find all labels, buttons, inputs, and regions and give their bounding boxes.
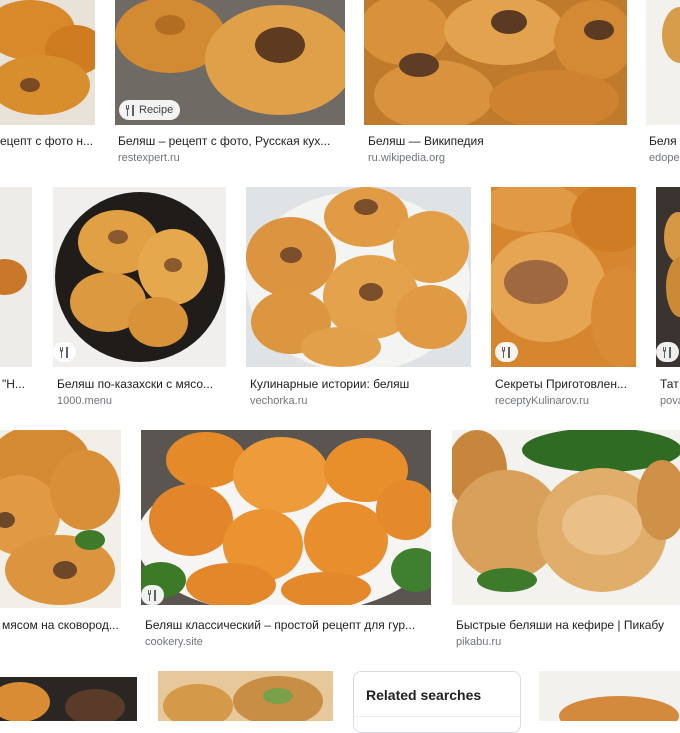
result-thumbnail[interactable]: [539, 671, 680, 721]
result-source[interactable]: cookery.site: [145, 635, 345, 649]
result-thumbnail[interactable]: [452, 430, 680, 605]
recipe-badge: [53, 342, 76, 362]
result-thumbnail[interactable]: [646, 0, 680, 125]
result-source[interactable]: pova: [660, 394, 680, 408]
belyash-photo: [646, 0, 680, 125]
result-thumbnail[interactable]: [0, 430, 121, 608]
badge-label: Recipe: [139, 104, 174, 116]
result-thumbnail[interactable]: [0, 187, 32, 367]
image-result[interactable]: Recipe Беляш – рецепт с фото, Русская ку…: [115, 0, 345, 165]
image-result[interactable]: Тат pova: [656, 187, 680, 407]
related-searches-title: Related searches: [366, 687, 482, 703]
result-title[interactable]: Беля: [649, 133, 680, 149]
fork-knife-icon: [663, 346, 672, 358]
image-result[interactable]: Беля edope: [646, 0, 680, 165]
recipe-badge: [141, 585, 164, 605]
result-thumbnail[interactable]: [0, 0, 95, 125]
belyash-photo: [452, 430, 680, 605]
result-title[interactable]: "Н...: [2, 376, 32, 392]
result-source[interactable]: restexpert.ru: [118, 151, 318, 165]
recipe-badge: Recipe: [119, 100, 181, 120]
fork-knife-icon: [502, 346, 511, 358]
belyash-photo: [491, 187, 636, 367]
result-source[interactable]: pikabu.ru: [456, 635, 656, 649]
result-source[interactable]: vechorka.ru: [250, 394, 400, 408]
belyash-photo: [0, 187, 32, 367]
result-title[interactable]: мясом на сковород...: [2, 617, 121, 633]
result-title[interactable]: Тат: [660, 376, 680, 392]
result-thumbnail[interactable]: [491, 187, 636, 367]
image-result[interactable]: Беляш классический – простой рецепт для …: [141, 430, 431, 650]
fork-knife-icon: [148, 589, 157, 601]
image-result[interactable]: Быстрые беляши на кефире | Пикабу pikabu…: [452, 430, 680, 650]
divider: [354, 716, 520, 717]
result-title[interactable]: Беляш — Википедия: [368, 133, 618, 149]
belyash-photo: [158, 671, 333, 721]
fork-knife-icon: [126, 104, 135, 116]
fork-knife-icon: [60, 346, 69, 358]
result-title[interactable]: Беляш классический – простой рецепт для …: [145, 617, 431, 633]
image-result[interactable]: Секреты Приготовлен... receptyKulinarov.…: [491, 187, 636, 407]
image-result[interactable]: [0, 677, 137, 721]
result-title[interactable]: Кулинарные истории: беляш: [250, 376, 471, 392]
result-thumbnail[interactable]: [53, 187, 226, 367]
recipe-badge: [656, 342, 679, 362]
result-source[interactable]: receptyKulinarov.ru: [495, 394, 636, 408]
belyash-photo: [0, 0, 95, 125]
result-thumbnail[interactable]: [246, 187, 471, 367]
result-source[interactable]: ru.wikipedia.org: [368, 151, 568, 165]
recipe-badge: [495, 342, 518, 362]
result-title[interactable]: Быстрые беляши на кефире | Пикабу: [456, 617, 680, 633]
result-title[interactable]: Беляш по-казахски с мясо...: [57, 376, 226, 392]
belyash-photo: [141, 430, 431, 605]
result-thumbnail[interactable]: [656, 187, 680, 367]
result-title[interactable]: Секреты Приготовлен...: [495, 376, 636, 392]
image-result[interactable]: Беляш — Википедия ru.wikipedia.org: [364, 0, 627, 165]
result-source[interactable]: edope: [649, 151, 680, 165]
related-searches-panel: Related searches: [353, 671, 521, 733]
image-result[interactable]: "Н...: [0, 187, 32, 407]
belyash-photo: [364, 0, 627, 125]
image-result[interactable]: Беляш по-казахски с мясо... 1000.menu: [53, 187, 226, 407]
image-result[interactable]: мясом на сковород...: [0, 430, 121, 650]
result-thumbnail[interactable]: [158, 671, 333, 721]
result-thumbnail[interactable]: [364, 0, 627, 125]
image-result[interactable]: [158, 671, 333, 721]
result-title[interactable]: Беляш – рецепт с фото, Русская кух...: [118, 133, 340, 149]
belyash-photo: [539, 671, 680, 721]
image-result[interactable]: Кулинарные истории: беляш vechorka.ru: [246, 187, 471, 407]
image-result[interactable]: [539, 671, 680, 721]
result-thumbnail[interactable]: [141, 430, 431, 605]
belyash-photo: [0, 677, 137, 721]
belyash-photo: [246, 187, 471, 367]
belyash-photo: [53, 187, 226, 367]
result-thumbnail[interactable]: [0, 677, 137, 721]
result-title[interactable]: ецепт с фото н...: [0, 133, 95, 149]
belyash-photo: [656, 187, 680, 367]
belyash-photo: [0, 430, 121, 608]
image-result[interactable]: ецепт с фото н...: [0, 0, 95, 165]
result-source[interactable]: 1000.menu: [57, 394, 207, 408]
